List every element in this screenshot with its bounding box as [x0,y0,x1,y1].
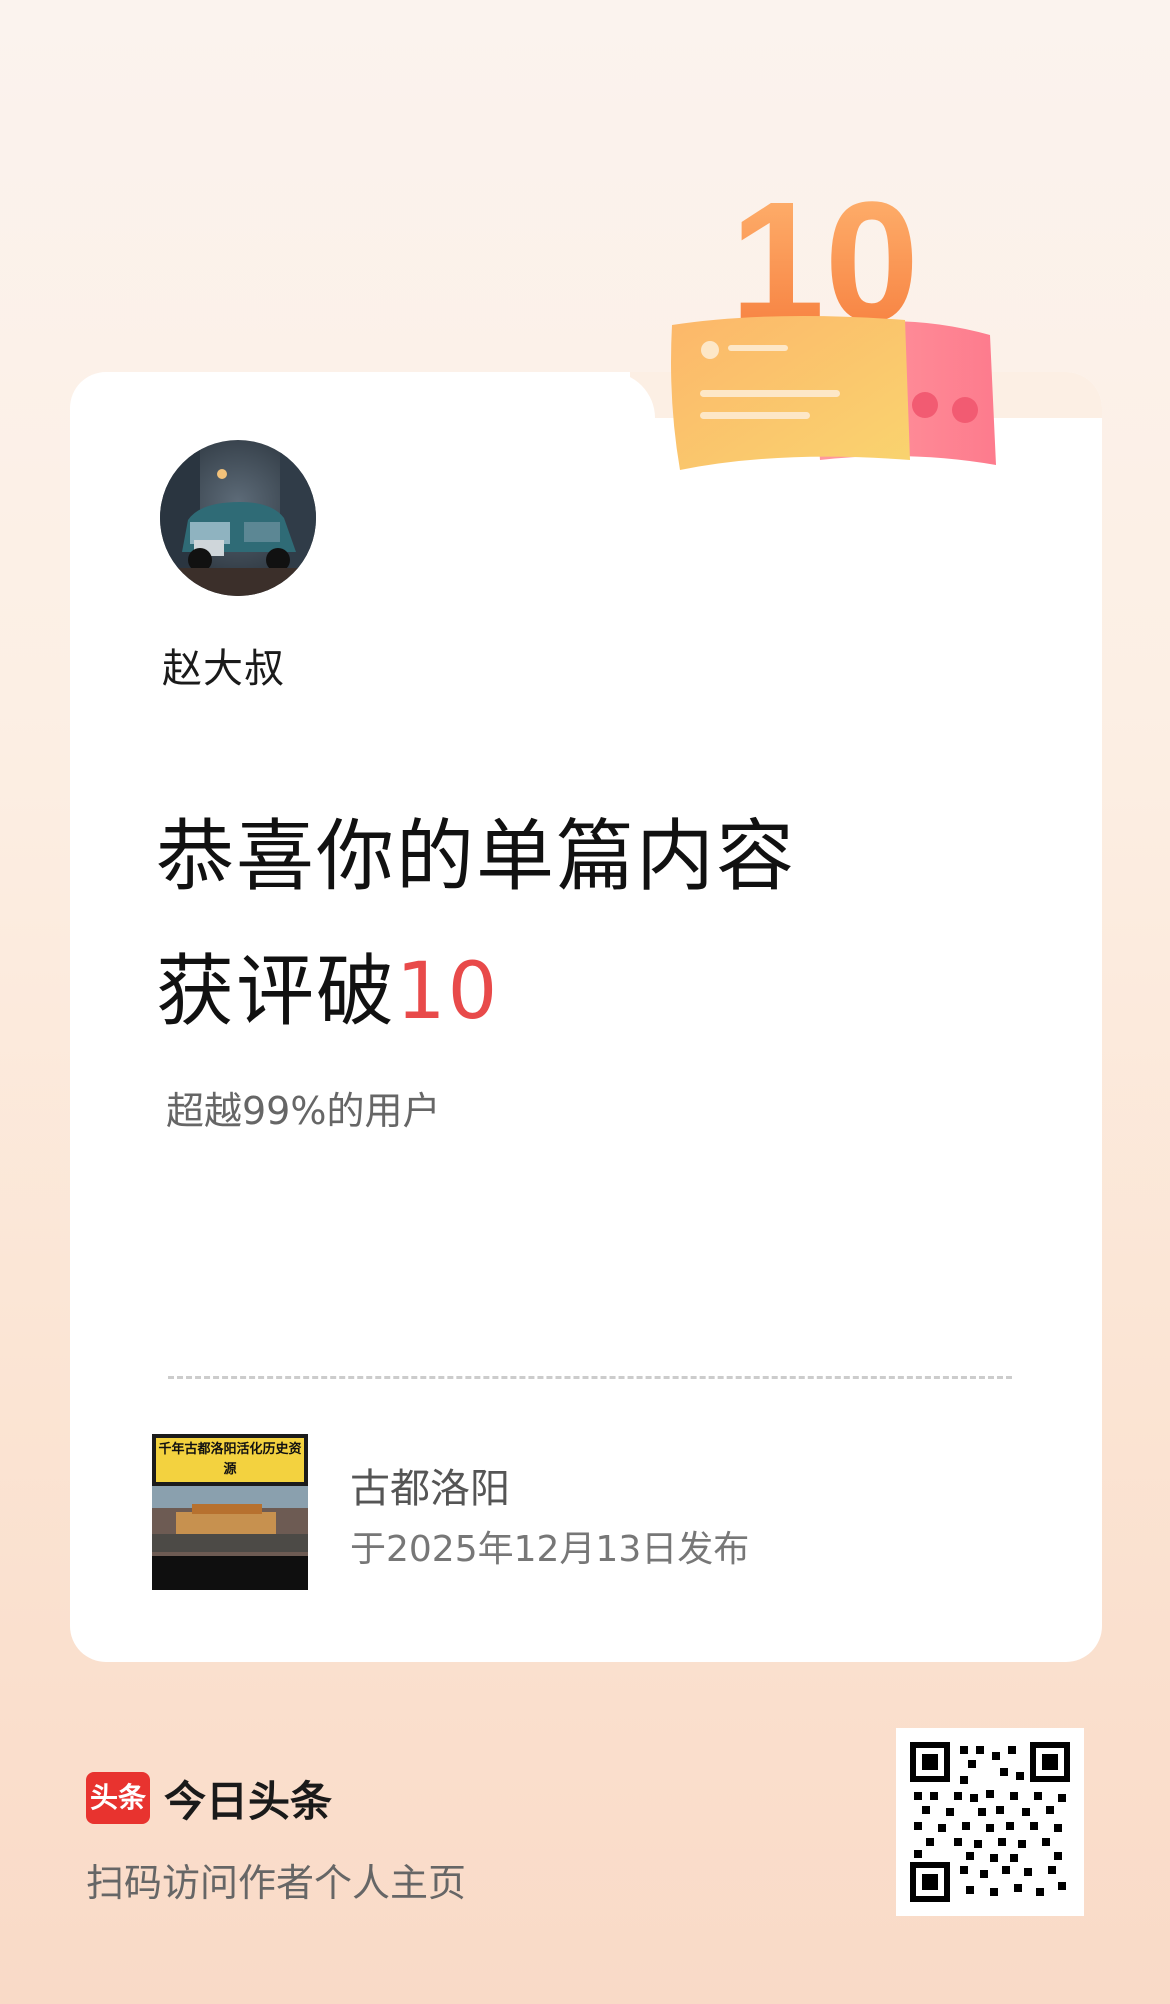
car-avatar-image [160,440,316,596]
brand-name: 今日头条 [164,1776,333,1826]
headline-line-1: 恭喜你的单篇内容 [156,812,797,902]
qr-code-icon [910,1742,1070,1902]
scan-instruction: 扫码访问作者个人主页 [86,1861,467,1905]
toutiao-logo-icon: 头条 [86,1772,150,1824]
ranking-subline: 超越99%的用户 [166,1089,441,1133]
article-publish-date: 于2025年12月13日发布 [350,1529,750,1570]
brand: 头条 今日头条 [86,1768,332,1828]
headline-number: 10 [396,947,500,1037]
dashed-divider [168,1376,1012,1379]
headline-prefix: 获评破 [156,947,397,1037]
thumbnail-caption: 千年古都洛阳活化历史资源 [156,1438,304,1482]
article-title[interactable]: 古都洛阳 [350,1456,510,1514]
headline: 恭喜你的单篇内容 获评破10 [156,790,796,1060]
author-name[interactable]: 赵大叔 [162,636,285,694]
headline-line-2: 获评破10 [156,925,796,1060]
article-thumbnail[interactable]: 千年古都洛阳活化历史资源 [152,1434,308,1590]
qr-code[interactable] [896,1728,1084,1916]
achievement-badge: 10 [671,167,996,470]
author-avatar[interactable] [160,440,316,596]
